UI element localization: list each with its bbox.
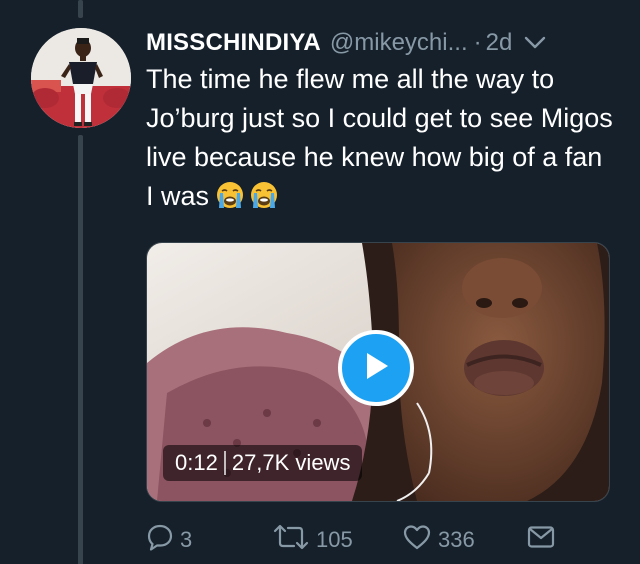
chevron-down-icon[interactable] — [524, 36, 546, 50]
display-name[interactable]: MISSCHINDIYA — [146, 29, 321, 57]
tweet[interactable]: MISSCHINDIYA @mikeychi... · 2d The time … — [0, 0, 640, 564]
loudly-crying-face-icon — [249, 180, 279, 210]
reply-icon — [146, 523, 174, 557]
avatar-photo — [31, 28, 131, 128]
like-button[interactable]: 336 — [402, 522, 475, 558]
thread-line-top — [78, 0, 83, 18]
thread-line-bottom — [78, 135, 83, 564]
retweet-icon — [272, 523, 310, 557]
reply-button[interactable]: 3 — [146, 522, 192, 558]
video-info-divider — [223, 451, 226, 475]
tweet-header: MISSCHINDIYA @mikeychi... · 2d — [146, 26, 626, 60]
reply-count: 3 — [180, 527, 193, 552]
retweet-button[interactable]: 105 — [272, 522, 353, 558]
video-views: 27,7K views — [231, 450, 351, 475]
video-info-badge: 0:12 27,7K views — [163, 445, 363, 481]
emoji-group — [215, 180, 279, 210]
avatar[interactable] — [31, 28, 131, 128]
tweet-actions: 3 105 336 — [146, 522, 616, 558]
play-icon — [361, 350, 391, 387]
header-separator: · — [473, 29, 482, 56]
tweet-timestamp[interactable]: 2d — [486, 29, 513, 57]
heart-icon — [402, 523, 432, 557]
user-handle[interactable]: @mikeychi... — [330, 29, 468, 57]
loudly-crying-face-icon — [215, 180, 245, 210]
play-button[interactable] — [338, 330, 414, 406]
envelope-icon — [526, 524, 556, 556]
like-count: 336 — [438, 527, 475, 552]
direct-message-button[interactable] — [526, 522, 556, 558]
retweet-count: 105 — [316, 527, 353, 552]
video-duration: 0:12 — [175, 450, 218, 475]
tweet-text: The time he flew me all the way to Jo’bu… — [146, 60, 616, 216]
